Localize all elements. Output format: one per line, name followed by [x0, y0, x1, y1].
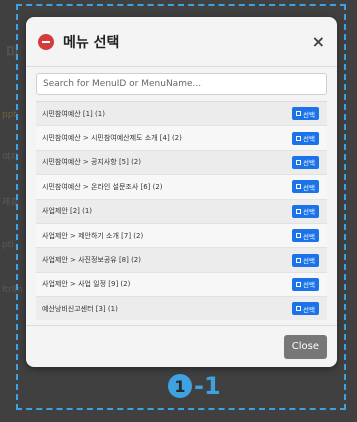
checkbox-icon: [296, 306, 302, 312]
modal-header: 메뉴 선택 ×: [26, 17, 337, 67]
checkbox-icon: [296, 233, 302, 239]
background-fragment: ppt: [2, 110, 17, 120]
select-button-label: 선택: [303, 183, 315, 192]
step-suffix: -1: [194, 372, 221, 400]
menu-list-item: 시민참여예산 [1] (1) 선택: [36, 102, 327, 127]
select-button[interactable]: 선택: [292, 277, 319, 291]
modal-title: 메뉴 선택: [63, 34, 120, 51]
menu-item-label: 시민참여예산 > 온라인 설문조사 [6] (2): [42, 182, 163, 191]
menu-item-label: 사업제안 > 사업 일정 [9] (2): [42, 280, 131, 289]
select-button-label: 선택: [303, 135, 315, 144]
select-button[interactable]: 선택: [292, 180, 319, 194]
select-button-label: 선택: [303, 281, 315, 290]
menu-item-label: 사업제안 [2] (1): [42, 207, 93, 216]
select-button[interactable]: 선택: [292, 107, 319, 121]
menu-list-item: 시민참여예산 > 공지사항 [5] (2) 선택: [36, 150, 327, 176]
select-button-label: 선택: [303, 257, 315, 266]
menu-list-item: 예산낭비신고센터 [3] (1) 선택: [36, 297, 327, 320]
menu-item-label: 예산낭비신고센터 [3] (1): [42, 304, 118, 313]
menu-list[interactable]: 시민참여예산 [1] (1) 선택 시민참여예산 > 시민참여예산제도 소개 [4]…: [36, 101, 327, 320]
menu-list-item: 사업제안 [2] (1) 선택: [36, 199, 327, 224]
select-button[interactable]: 선택: [292, 204, 319, 218]
menu-list-item: 사업제안 > 사진정보공유 [8] (2) 선택: [36, 248, 327, 273]
checkbox-icon: [296, 111, 302, 117]
select-button-label: 선택: [303, 208, 315, 217]
checkbox-icon: [296, 135, 302, 141]
select-button-label: 선택: [303, 110, 315, 119]
close-icon[interactable]: ×: [312, 33, 325, 50]
menu-item-label: 시민참여예산 [1] (1): [42, 109, 105, 118]
step-number-badge: 1: [168, 374, 192, 398]
menu-list-item: 시민참여예산 > 시민참여예산제도 소개 [4] (2) 선택: [36, 126, 327, 151]
select-button[interactable]: 선택: [292, 155, 319, 169]
select-button[interactable]: 선택: [292, 302, 319, 316]
menu-select-modal: 메뉴 선택 × 시민참여예산 [1] (1)선택시민참여예산 > 시민참여예산제…: [26, 17, 337, 367]
menu-item-label: 사업제안 > 제안하기 소개 [7] (2): [42, 231, 144, 240]
checkbox-icon: [296, 281, 302, 287]
menu-list-item: 사업제안 > 제안하기 소개 [7] (2) 선택: [36, 223, 327, 249]
modal-footer: Close: [26, 325, 337, 367]
close-button[interactable]: Close: [283, 334, 327, 359]
select-button-label: 선택: [303, 232, 315, 241]
menu-item-label: 시민참여예산 > 시민참여예산제도 소개 [4] (2): [42, 134, 182, 143]
select-button[interactable]: 선택: [292, 229, 319, 243]
checkbox-icon: [296, 208, 302, 214]
checkbox-icon: [296, 257, 302, 263]
select-button-label: 선택: [303, 159, 315, 168]
minus-circle-icon: [38, 33, 54, 50]
search-input[interactable]: [36, 73, 327, 95]
menu-item-label: 시민참여예산 > 공지사항 [5] (2): [42, 158, 141, 167]
step-annotation: 1 -1: [168, 371, 221, 401]
search-wrap: [26, 71, 337, 95]
checkbox-icon: [296, 184, 302, 190]
menu-list-item: 시민참여예산 > 온라인 설문조사 [6] (2) 선택: [36, 175, 327, 200]
menu-list-item: 사업제안 > 사업 일정 [9] (2) 선택: [36, 272, 327, 298]
checkbox-icon: [296, 159, 302, 165]
select-button-label: 선택: [303, 305, 315, 314]
background-fragment: pti: [2, 240, 14, 250]
select-button[interactable]: 선택: [292, 131, 319, 145]
menu-item-label: 사업제안 > 사진정보공유 [8] (2): [42, 256, 141, 265]
select-button[interactable]: 선택: [292, 253, 319, 267]
